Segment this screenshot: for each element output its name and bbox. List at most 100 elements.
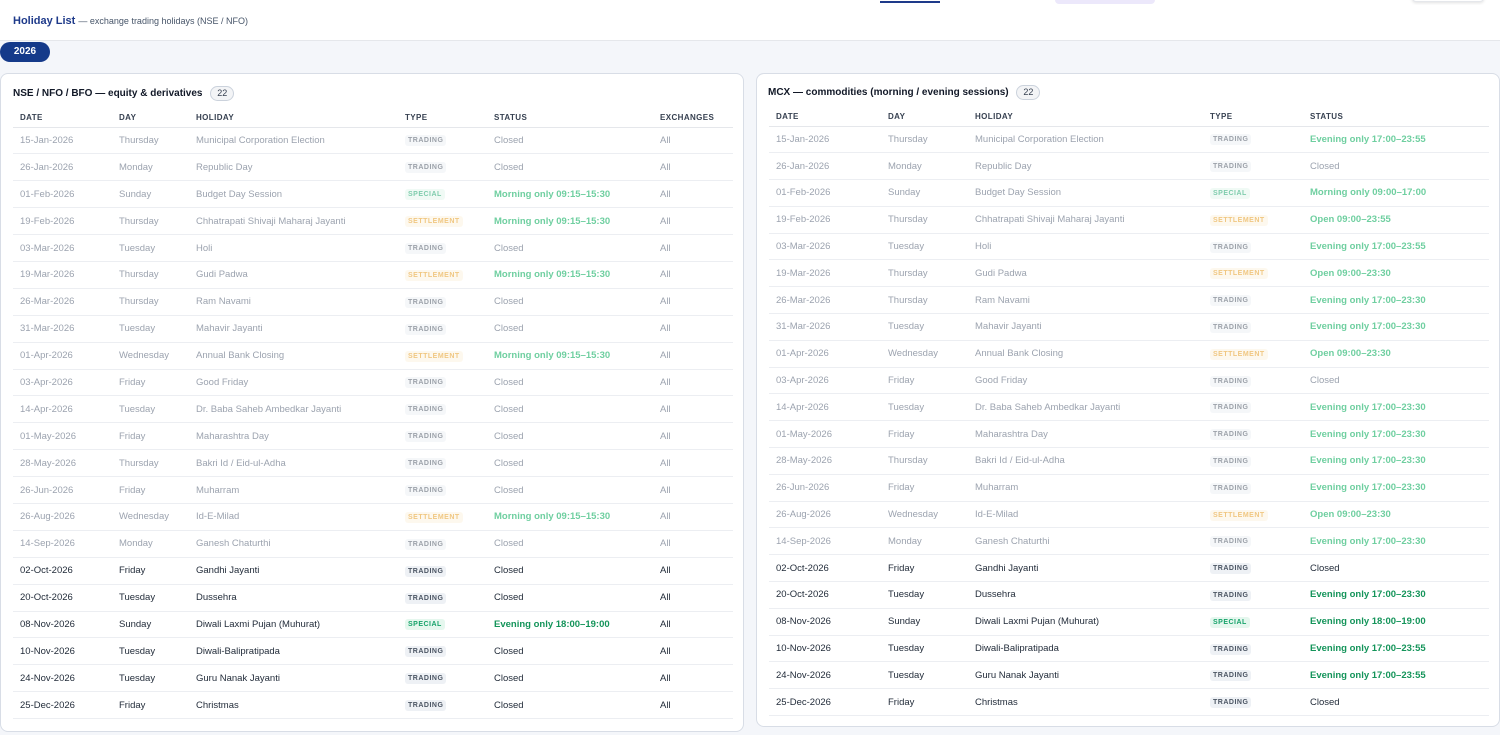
table-row[interactable]: 19-Mar-2026 Thursday Gudi Padwa SETTLEMENT O… (769, 259, 1489, 288)
col-exchanges-header[interactable]: EXCHANGES (653, 108, 733, 128)
type-cell: SETTLEMENT (398, 342, 487, 370)
holiday-cell: Dussehra (968, 581, 1203, 609)
table-row[interactable]: 01-May-2026 Friday Maharashtra Day TRADING E… (769, 420, 1489, 449)
table-row[interactable]: 19-Mar-2026 Thursday Gudi Padwa SETTLEMENT M… (13, 261, 733, 289)
table-row[interactable]: 25-Dec-2026 Friday Christmas TRADING Closed A… (13, 691, 733, 720)
table-row[interactable]: 01-Apr-2026 Wednesday Annual Bank Closing S… (13, 342, 733, 370)
table-row[interactable]: 03-Mar-2026 Tuesday Holi TRADING Closed All (13, 234, 733, 262)
exchanges-cell: All (653, 369, 733, 397)
date-cell: 14-Apr-2026 (769, 393, 881, 422)
table-row[interactable]: 01-Feb-2026 Sunday Budget Day Session SPECI… (13, 180, 733, 209)
table-row[interactable]: 24-Nov-2026 Tuesday Guru Nanak Jayanti TRAD… (769, 661, 1489, 690)
type-badge: TRADING (405, 485, 447, 497)
table-row[interactable]: 14-Sep-2026 Monday Ganesh Chaturthi TRADING… (769, 527, 1489, 556)
table-row[interactable]: 01-Apr-2026 Wednesday Annual Bank Closing S… (769, 340, 1489, 368)
table-row[interactable]: 19-Feb-2026 Thursday Chhatrapati Shivaji M… (13, 207, 733, 236)
table-row[interactable]: 01-May-2026 Friday Maharashtra Day TRADING C… (13, 422, 733, 451)
type-badge: TRADING (1210, 161, 1252, 173)
table-row[interactable]: 10-Nov-2026 Tuesday Diwali-Balipratipada TR… (13, 637, 733, 666)
table-row[interactable]: 14-Apr-2026 Tuesday Dr. Baba Saheb Ambedka… (13, 395, 733, 424)
status-cell: Evening only 17:00–23:30 (1303, 393, 1489, 422)
type-badge: TRADING (1210, 670, 1252, 682)
col-type-header[interactable]: TYPE (398, 108, 487, 128)
table-row[interactable]: 19-Feb-2026 Thursday Chhatrapati Shivaji M… (769, 206, 1489, 234)
table-row[interactable]: 02-Oct-2026 Friday Gandhi Jayanti TRADING Cl… (13, 557, 733, 585)
table-row[interactable]: 26-Jun-2026 Friday Muharram TRADING Closed Al… (13, 476, 733, 504)
table-row[interactable]: 08-Nov-2026 Sunday Diwali Laxmi Pujan (Muh… (769, 608, 1489, 636)
date-cell: 14-Sep-2026 (13, 530, 112, 558)
type-cell: TRADING (1203, 126, 1303, 154)
date-cell: 01-Apr-2026 (13, 342, 112, 370)
type-cell: TRADING (1203, 554, 1303, 583)
table-row[interactable]: 14-Sep-2026 Monday Ganesh Chaturthi TRADING… (13, 530, 733, 558)
year-tab-2026[interactable]: 2026 (0, 42, 50, 62)
mcx-title-text: MCX — commodities (morning / evening ses… (768, 87, 1009, 98)
day-cell: Thursday (112, 207, 189, 236)
table-row[interactable]: 02-Oct-2026 Friday Gandhi Jayanti TRADING Cl… (769, 554, 1489, 583)
col-holiday-header[interactable]: HOLIDAY (189, 108, 398, 128)
type-badge: TRADING (1210, 643, 1252, 655)
date-cell: 01-Apr-2026 (769, 340, 881, 368)
type-cell: TRADING (1203, 152, 1303, 181)
holiday-cell: Annual Bank Closing (968, 340, 1203, 368)
table-row[interactable]: 26-Aug-2026 Wednesday Id-E-Milad SETTLEMENT… (769, 501, 1489, 529)
date-cell: 14-Apr-2026 (13, 395, 112, 424)
table-row[interactable]: 26-Jan-2026 Monday Republic Day TRADING Clos… (13, 153, 733, 182)
status-cell: Evening only 17:00–23:30 (1303, 447, 1489, 475)
table-row[interactable]: 31-Mar-2026 Tuesday Mahavir Jayanti TRADING… (13, 315, 733, 343)
exchanges-cell: All (653, 637, 733, 666)
table-row[interactable]: 25-Dec-2026 Friday Christmas TRADING Closed (769, 688, 1489, 717)
date-cell: 15-Jan-2026 (769, 126, 881, 154)
type-cell: TRADING (398, 530, 487, 558)
type-badge: TRADING (405, 243, 447, 254)
table-row[interactable]: 03-Apr-2026 Friday Good Friday TRADING Close… (13, 369, 733, 397)
nav-pill[interactable] (1055, 0, 1155, 4)
day-cell: Tuesday (112, 395, 189, 424)
table-row[interactable]: 15-Jan-2026 Thursday Municipal Corporation… (769, 126, 1489, 154)
col-date-header[interactable]: DATE (769, 107, 881, 127)
day-cell: Monday (112, 153, 189, 182)
day-cell: Friday (881, 420, 968, 449)
date-cell: 24-Nov-2026 (13, 664, 112, 693)
col-day-header[interactable]: DAY (112, 108, 189, 128)
type-badge: SETTLEMENT (1210, 268, 1268, 280)
table-row[interactable]: 01-Feb-2026 Sunday Budget Day Session SPECI… (769, 179, 1489, 207)
table-row[interactable]: 26-Jun-2026 Friday Muharram TRADING Evening … (769, 474, 1489, 502)
table-row[interactable]: 26-Jan-2026 Monday Republic Day TRADING Clos… (769, 152, 1489, 181)
col-status-header[interactable]: STATUS (1303, 107, 1489, 127)
type-cell: TRADING (1203, 688, 1303, 717)
holiday-cell: Id-E-Milad (189, 503, 398, 531)
table-row[interactable]: 26-Aug-2026 Wednesday Id-E-Milad SETTLEMENT… (13, 503, 733, 531)
table-row[interactable]: 24-Nov-2026 Tuesday Guru Nanak Jayanti TRAD… (13, 664, 733, 693)
table-row[interactable]: 26-Mar-2026 Thursday Ram Navami TRADING Clos… (13, 288, 733, 316)
table-row[interactable]: 08-Nov-2026 Sunday Diwali Laxmi Pujan (Muh… (13, 611, 733, 639)
table-row[interactable]: 14-Apr-2026 Tuesday Dr. Baba Saheb Ambedka… (769, 393, 1489, 422)
table-row[interactable]: 10-Nov-2026 Tuesday Diwali-Balipratipada TR… (769, 635, 1489, 663)
col-day-header[interactable]: DAY (881, 107, 968, 127)
table-row[interactable]: 20-Oct-2026 Tuesday Dussehra TRADING Evening… (769, 581, 1489, 609)
table-row[interactable]: 03-Apr-2026 Friday Good Friday TRADING Close… (769, 367, 1489, 395)
table-row[interactable]: 31-Mar-2026 Tuesday Mahavir Jayanti TRADING… (769, 313, 1489, 341)
col-holiday-header[interactable]: HOLIDAY (968, 107, 1203, 127)
date-cell: 03-Apr-2026 (13, 369, 112, 397)
type-cell: TRADING (398, 153, 487, 182)
table-row[interactable]: 15-Jan-2026 Thursday Municipal Corporation… (13, 127, 733, 155)
top-right-button[interactable] (1412, 0, 1484, 2)
date-cell: 26-Mar-2026 (13, 288, 112, 316)
type-cell: TRADING (398, 584, 487, 612)
table-row[interactable]: 28-May-2026 Thursday Bakri Id / Eid-ul-Adh… (13, 449, 733, 478)
day-cell: Thursday (881, 447, 968, 475)
col-status-header[interactable]: STATUS (487, 108, 653, 128)
day-cell: Thursday (112, 288, 189, 316)
day-cell: Thursday (881, 259, 968, 288)
type-cell: TRADING (398, 395, 487, 424)
table-row[interactable]: 03-Mar-2026 Tuesday Holi TRADING Evening onl… (769, 233, 1489, 261)
col-type-header[interactable]: TYPE (1203, 107, 1303, 127)
table-row[interactable]: 28-May-2026 Thursday Bakri Id / Eid-ul-Adh… (769, 447, 1489, 475)
active-tab-indicator[interactable] (880, 1, 940, 3)
table-row[interactable]: 26-Mar-2026 Thursday Ram Navami TRADING Even… (769, 286, 1489, 315)
table-row[interactable]: 20-Oct-2026 Tuesday Dussehra TRADING Closed A… (13, 584, 733, 612)
day-cell: Tuesday (881, 233, 968, 261)
col-date-header[interactable]: DATE (13, 108, 112, 128)
type-cell: SPECIAL (1203, 608, 1303, 636)
